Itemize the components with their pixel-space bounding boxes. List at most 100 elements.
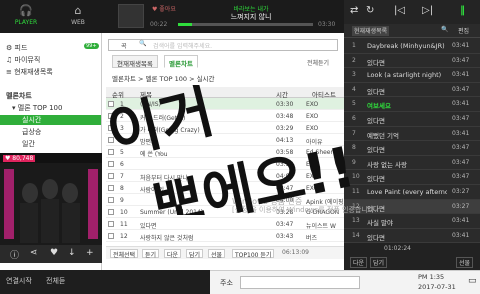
row-rank: 11 [120,220,128,228]
row-time: 03:29 [276,124,294,132]
feed-icon: ⚙ [6,44,15,52]
row-checkbox[interactable] [108,113,114,119]
add-to-button[interactable]: 담기 [186,249,204,259]
row-checkbox[interactable] [108,125,114,131]
playlist-row[interactable]: 7 예뻤던 기억 03:41 [344,127,480,142]
row-title: 사람이 있 [140,186,164,194]
download-button[interactable]: 다운 [164,249,182,259]
address-input[interactable] [240,276,360,289]
row-artist: 버즈 [306,234,318,242]
connect-button[interactable]: 연결시작 [6,276,32,286]
row-checkbox[interactable] [108,197,114,203]
chart-panel: 곡 🔍 검색어를 입력해주세요. 현재재생목록 멜론차트 전체듣기 멜론차트 >… [102,33,344,270]
sidebar-item-realtime[interactable]: 실시간 [0,115,101,125]
row-artist: EXO [306,112,319,120]
progress-bar[interactable] [178,23,313,26]
row-artist: EXO [306,100,319,108]
table-row[interactable]: 1 (CN/IS) 03:30 EXO [106,98,344,110]
table-row[interactable]: 12 사랑하지 않은 것처럼 03:43 버즈 [106,230,344,242]
like-label[interactable]: ♥ 좋아요 [152,4,176,13]
row-checkbox[interactable] [108,101,114,107]
select-all-button[interactable]: 전체선택 [110,249,139,259]
shuffle-icon[interactable]: ↻ [366,5,374,16]
row-checkbox[interactable] [108,161,114,167]
tab-now-playing[interactable]: 현재재생목록 [112,55,158,68]
table-row[interactable]: 2 커피 드러(Get It) 03:48 EXO [106,110,344,122]
playlist-row[interactable]: 2 있다면 03:47 [344,54,480,69]
web-mode-button[interactable]: ⌂ WEB [52,0,104,33]
add-icon[interactable]: + [86,248,94,258]
share-icon[interactable]: ⋖ [30,248,38,258]
sidebar-item-daily[interactable]: 일간 [22,139,35,149]
sidebar-item-top100[interactable]: ▾ 멜론 TOP 100 [12,103,62,113]
playlist-edit-button[interactable]: 편집 [456,26,471,36]
sidebar-item-rising[interactable]: 급상승 [22,127,41,137]
sidebar-item-now-playing[interactable]: ≡ 현재재생목록 [6,67,53,77]
now-playing-album-art[interactable] [118,4,144,28]
tab-current-playlist[interactable]: 현재재생목록 [352,26,390,36]
taskbar-date: 2017-07-31 [418,283,456,291]
playlist-row[interactable]: 14 있다면 03:41 [344,229,480,244]
sidebar-chart-header[interactable]: 멜론차트 [6,91,32,101]
row-title: 사랑하지 않은 것처럼 [140,234,194,242]
notification-icon[interactable]: ▭ [468,276,477,286]
row-rank: 1 [120,100,124,108]
listen-button[interactable]: 듣기 [142,249,160,259]
table-row[interactable]: 6 03:30 EXO [106,158,344,170]
table-row[interactable]: 3 가 미쳐(Going Crazy) 03:29 EXO [106,122,344,134]
player-controls: ⇄ ↻ |◁ ▷| ‖ [344,0,480,24]
repeat-icon[interactable]: ⇄ [350,5,358,16]
playlist-row-number: 1 [352,42,356,49]
next-icon[interactable]: ▷| [422,5,433,16]
row-checkbox[interactable] [108,209,114,215]
promo-banner[interactable]: ♥ 80,748 [0,153,102,245]
playlist-row[interactable]: 13 사실 말야 03:41 [344,214,480,229]
player-mode-button[interactable]: 🎧 PLAYER [0,0,52,33]
playlist-add-button[interactable]: 담기 [370,257,388,268]
prev-icon[interactable]: |◁ [394,5,405,16]
playlist-row-number: 11 [352,188,360,195]
gift-button[interactable]: 선물 [208,249,226,259]
top100-listen-button[interactable]: TOP100 듣기 [232,249,275,259]
heart-icon[interactable]: ♥ [50,248,58,258]
playlist-download-button[interactable]: 다운 [350,257,368,268]
playlist-row[interactable]: 4 있다면 03:47 [344,83,480,98]
row-checkbox[interactable] [108,149,114,155]
playlist-row[interactable]: 9 사랑 없는 사랑 03:47 [344,156,480,171]
playlist-row[interactable]: 8 있다면 03:47 [344,141,480,156]
playlist-search-icon[interactable]: 🔍 [439,26,450,36]
row-checkbox[interactable] [108,233,114,239]
search-input[interactable]: 검색어를 입력해주세요. [153,41,212,50]
row-checkbox[interactable] [108,185,114,191]
playlist-row[interactable]: 3 Look (a starlight night) 03:41 [344,68,480,83]
table-row[interactable]: 7 처음부터 다시 만나 04:03 EXO [106,170,344,182]
download-icon[interactable]: ↓ [68,248,76,258]
playlist-row[interactable]: 6 있다면 03:47 [344,112,480,127]
row-checkbox[interactable] [108,221,114,227]
pause-icon[interactable]: ‖ [460,5,465,16]
playlist-row[interactable]: 10 있다면 03:47 [344,170,480,186]
row-checkbox[interactable] [108,137,114,143]
listen-all-bottom-button[interactable]: 전체듣 [46,276,65,286]
row-checkbox[interactable] [108,173,114,179]
tab-melon-chart[interactable]: 멜론차트 [164,55,198,68]
sidebar-item-mymusic[interactable]: ♫ 마이뮤직 [6,55,40,65]
playlist-row[interactable]: 1 Daybreak (Minhyun&JR) 03:41 [344,39,480,54]
home-icon: ⌂ [74,4,82,17]
search-type-select[interactable]: 곡 [121,41,127,50]
top-bar: 🎧 PLAYER ⌂ WEB ♥ 좋아요 바라보는 내가 느껴지지 않니 00:… [0,0,344,33]
table-row[interactable]: 11 있다면 03:47 뉴이스트 W [106,218,344,230]
row-time: 03:30 [276,100,294,108]
playlist-row[interactable]: 5 여보세요 03:41 [344,97,480,113]
windows-taskbar: 주소 PM 1:35 2017-07-31 ▭ [210,270,480,294]
table-row[interactable]: 8 사람이 있 03:47 EXO [106,182,344,194]
search-bar[interactable]: 곡 🔍 검색어를 입력해주세요. [108,39,338,51]
table-row[interactable]: 5 에 쓴 (You 03:58 Ed Sheeran [106,146,344,158]
sidebar-item-feed[interactable]: ⚙ 피드 99+ [6,43,99,53]
playlist-gift-button[interactable]: 선물 [456,257,474,268]
playlist-row-number: 13 [352,217,360,225]
list-icon: ≡ [6,68,15,76]
listen-all-link[interactable]: 전체듣기 [307,58,329,67]
table-row[interactable]: 4 밤편지 04:13 아이유 [106,134,344,146]
info-icon[interactable]: ⓘ [10,248,19,261]
